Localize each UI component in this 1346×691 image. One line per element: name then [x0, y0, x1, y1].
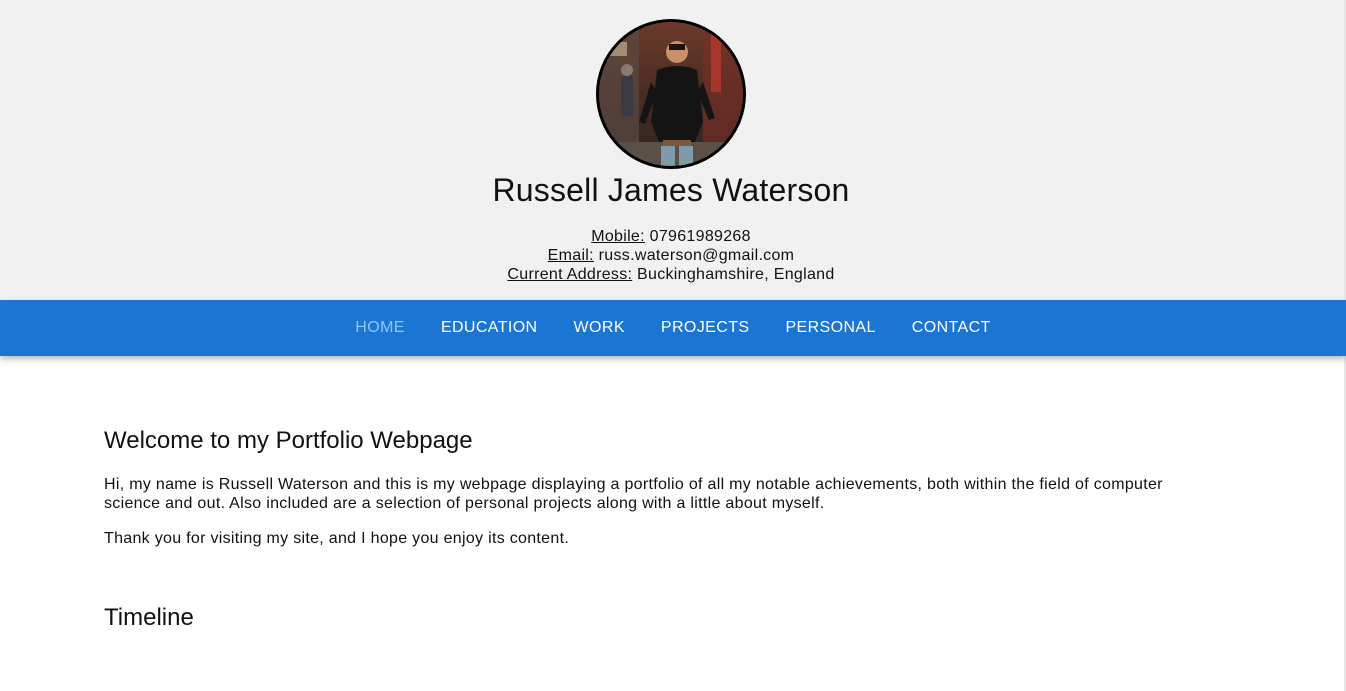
intro-paragraph: Hi, my name is Russell Waterson and this… — [104, 476, 1163, 512]
contact-address: Current Address: Buckinghamshire, Englan… — [0, 265, 1342, 284]
contact-details: Mobile: 07961989268 Email: russ.waterson… — [0, 227, 1342, 284]
contact-email-value: russ.waterson@gmail.com — [598, 247, 795, 264]
contact-mobile: Mobile: 07961989268 — [0, 227, 1342, 246]
contact-email: Email: russ.waterson@gmail.com — [0, 246, 1342, 265]
profile-name: Russell James Waterson — [492, 172, 850, 208]
profile-header: Russell James Waterson Mobile: 079619892… — [0, 0, 1346, 300]
contact-email-label: Email: — [547, 247, 594, 264]
main-nav: HOME EDUCATION WORK PROJECTS PERSONAL CO… — [0, 300, 1346, 356]
nav-item-contact[interactable]: CONTACT — [894, 319, 1009, 337]
nav-item-projects[interactable]: PROJECTS — [643, 319, 768, 337]
nav-item-personal[interactable]: PERSONAL — [767, 319, 893, 337]
nav-item-education[interactable]: EDUCATION — [423, 319, 556, 337]
timeline-title: Timeline — [104, 604, 194, 631]
nav-list: HOME EDUCATION WORK PROJECTS PERSONAL CO… — [337, 300, 1008, 356]
welcome-title: Welcome to my Portfolio Webpage — [104, 427, 473, 454]
contact-mobile-label: Mobile: — [591, 228, 645, 245]
contact-address-label: Current Address: — [507, 266, 633, 283]
avatar-photo — [599, 22, 743, 166]
nav-item-work[interactable]: WORK — [556, 319, 643, 337]
avatar — [596, 19, 746, 169]
page: Russell James Waterson Mobile: 079619892… — [0, 0, 1346, 691]
thanks-paragraph: Thank you for visiting my site, and I ho… — [104, 530, 570, 547]
nav-item-home[interactable]: HOME — [337, 319, 423, 337]
contact-address-value: Buckinghamshire, England — [637, 266, 835, 283]
contact-mobile-value: 07961989268 — [649, 228, 751, 245]
